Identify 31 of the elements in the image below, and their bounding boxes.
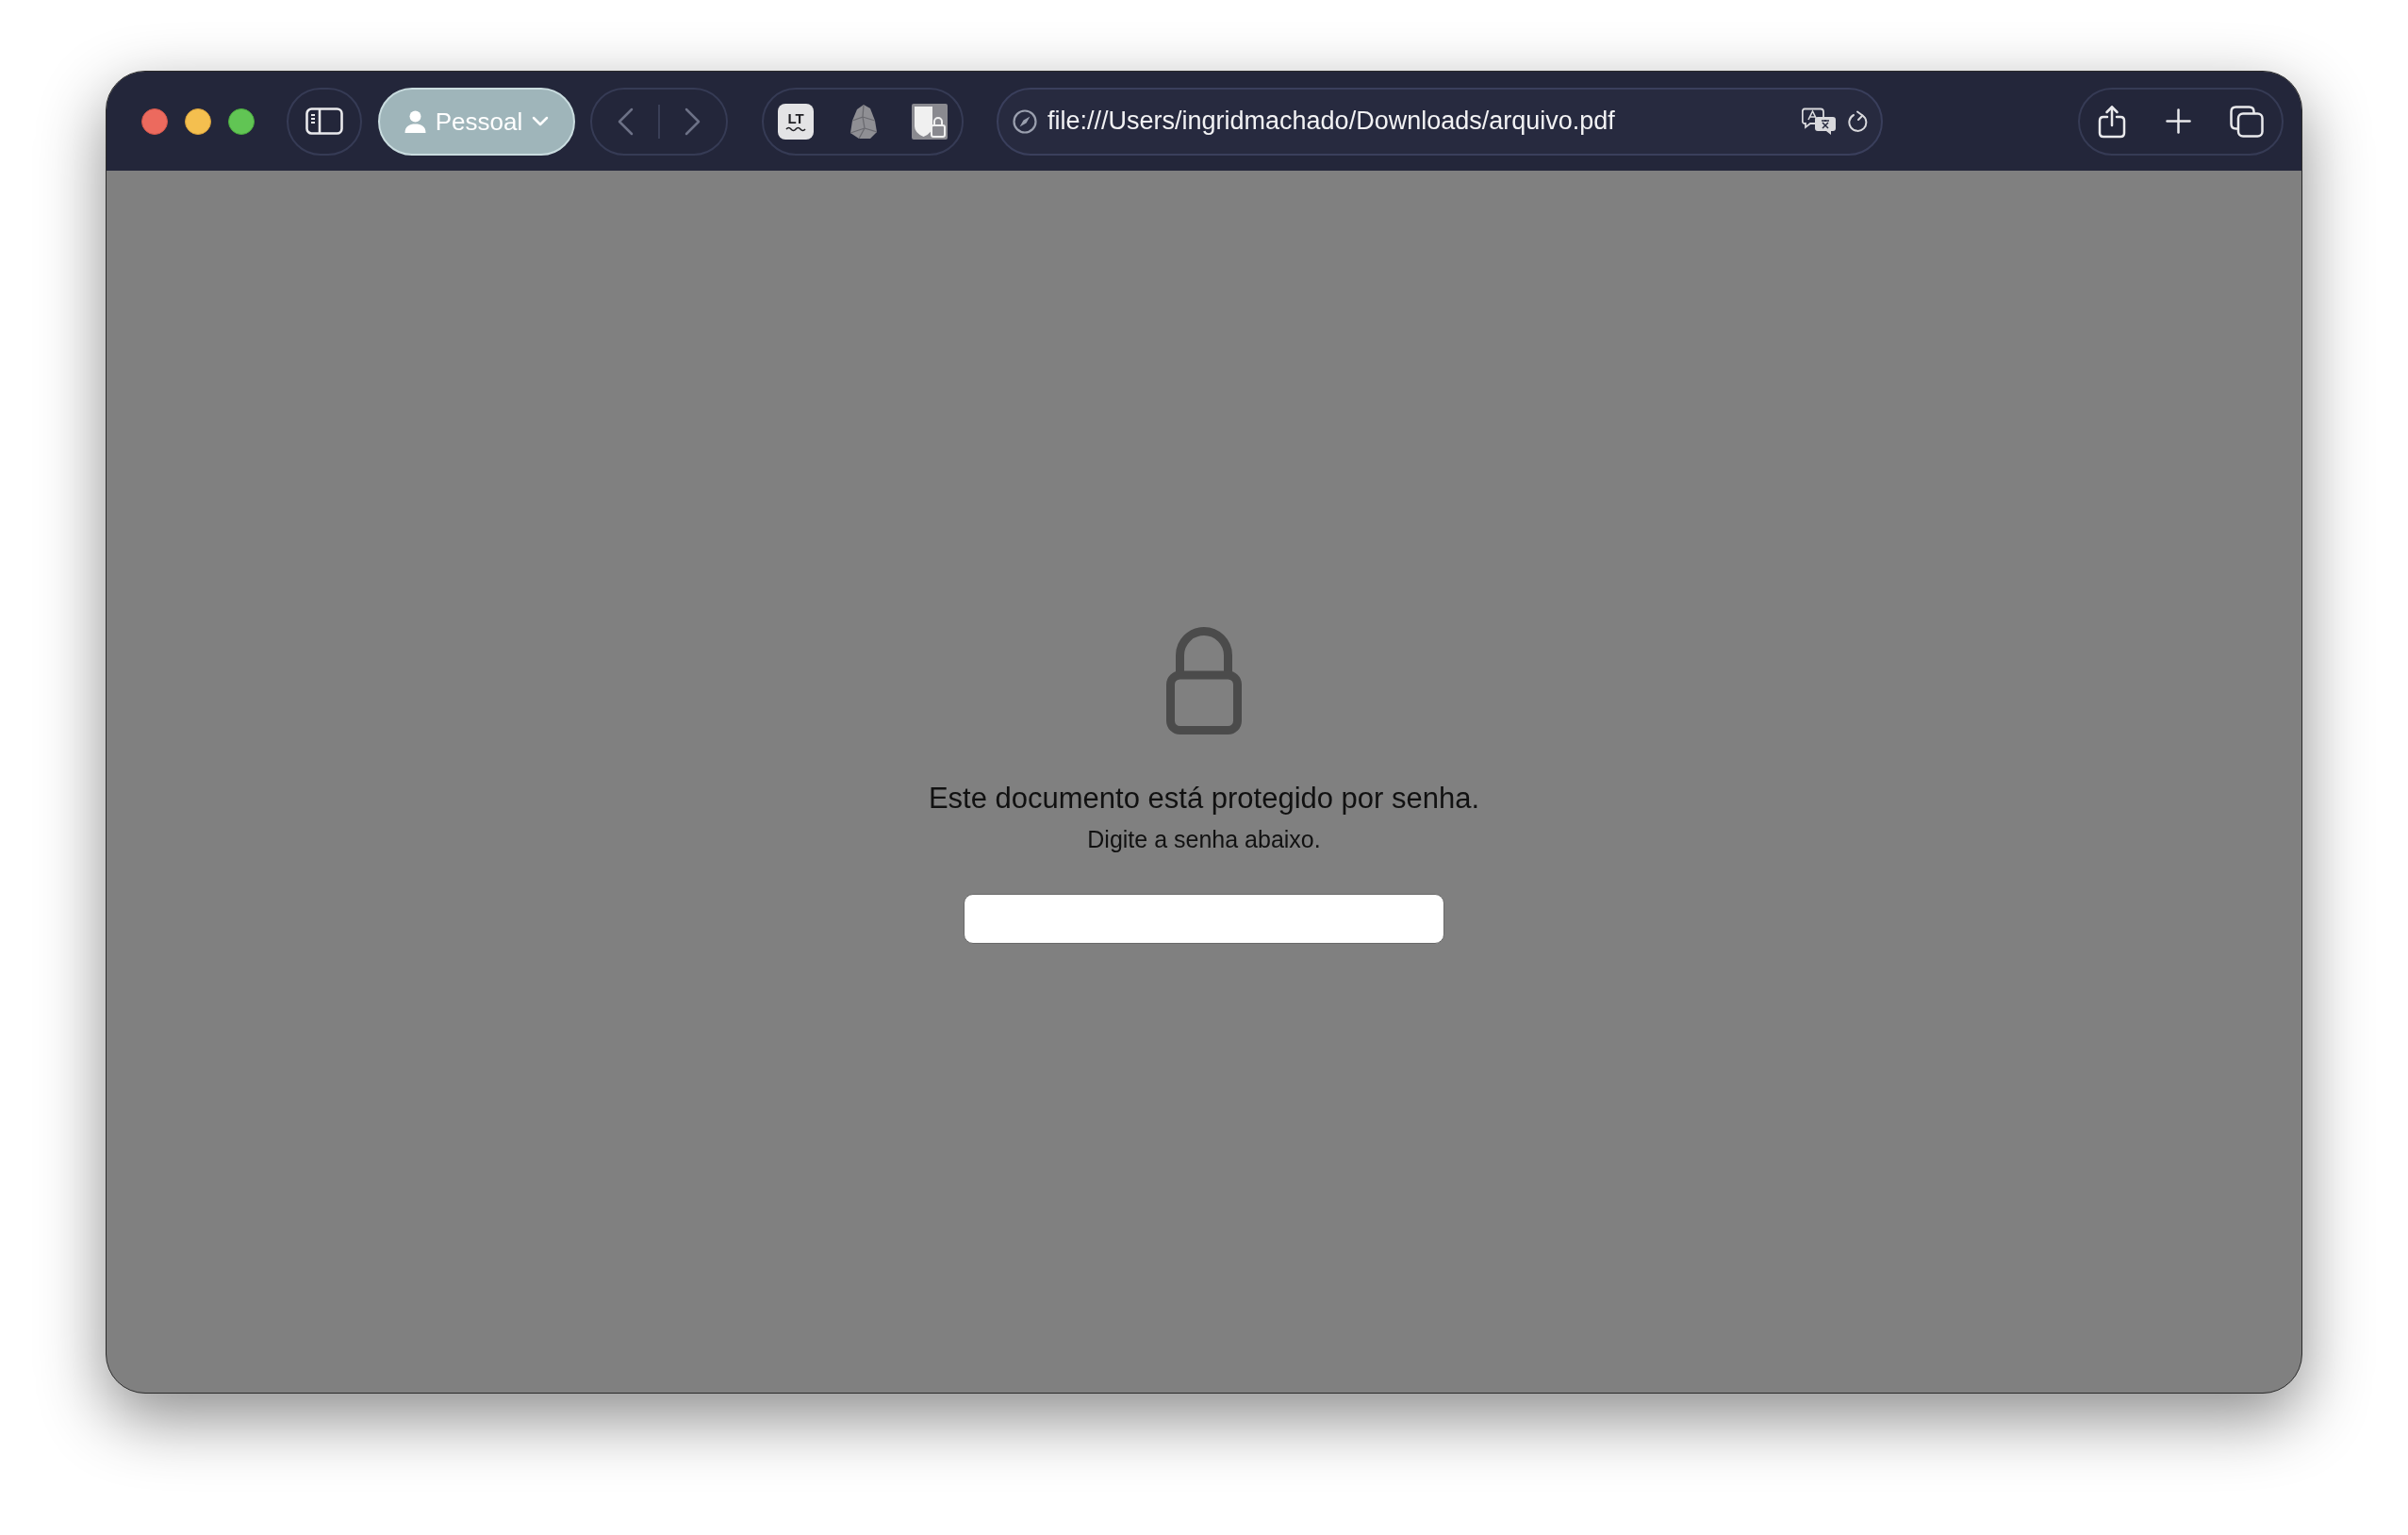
url-text: file:///Users/ingridmachado/Downloads/arquivo.pdf <box>1047 108 1615 134</box>
wave-icon <box>785 125 806 132</box>
rock-icon <box>849 104 877 139</box>
window-close-button[interactable] <box>141 107 168 135</box>
prompt-subtitle: Digite a senha abaixo. <box>1087 825 1321 853</box>
sidebar-icon <box>305 107 343 135</box>
person-icon <box>404 109 426 133</box>
reload-icon <box>1848 109 1869 133</box>
chevron-right-icon <box>684 107 701 136</box>
new-tab-button[interactable] <box>2165 108 2191 134</box>
share-icon <box>2098 104 2126 139</box>
chevron-left-icon <box>617 107 634 136</box>
tabs-overview-button[interactable] <box>2230 105 2264 138</box>
window-minimize-button[interactable] <box>185 107 211 135</box>
tabs-icon <box>2230 105 2264 138</box>
share-button[interactable] <box>2098 104 2126 139</box>
chevron-down-icon <box>532 116 550 126</box>
plus-icon <box>2165 108 2191 134</box>
translate-button[interactable] <box>1802 107 1837 136</box>
address-bar[interactable]: file:///Users/ingridmachado/Downloads/arquivo.pdf <box>997 87 1883 156</box>
window-zoom-button[interactable] <box>228 107 255 135</box>
locked-page-icon <box>912 103 948 140</box>
compass-icon <box>1013 108 1037 134</box>
reload-button[interactable] <box>1848 109 1869 133</box>
sidebar-button[interactable] <box>287 87 362 156</box>
lock-icon <box>1166 627 1242 734</box>
extension-button[interactable]: LT <box>778 103 814 140</box>
extension-button[interactable] <box>912 103 948 140</box>
translate-icon <box>1802 107 1837 136</box>
prompt-title: Este documento está protegido por senha. <box>928 782 1480 816</box>
password-field[interactable] <box>964 894 1444 944</box>
